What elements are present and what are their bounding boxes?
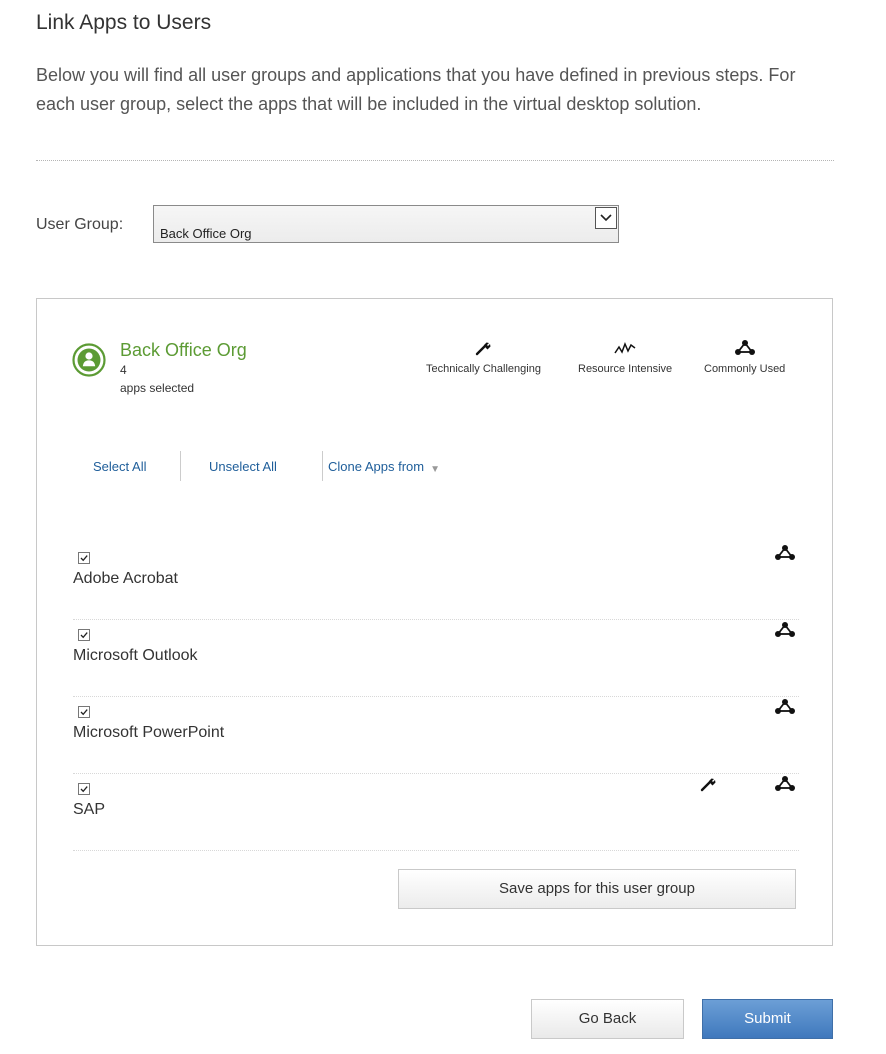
app-row-sap: SAP [73, 775, 799, 851]
app-row-microsoft-outlook: Microsoft Outlook [73, 621, 799, 697]
apps-selected-label: apps selected [120, 381, 195, 395]
unselect-all-link[interactable]: Unselect All [209, 459, 277, 474]
page-title: Link Apps to Users [36, 11, 212, 34]
app-checkbox[interactable] [78, 629, 90, 641]
save-apps-button[interactable]: Save apps for this user group [398, 869, 796, 909]
submit-button[interactable]: Submit [702, 999, 833, 1039]
app-checkbox[interactable] [78, 552, 90, 564]
legend-label: Technically Challenging [426, 363, 541, 375]
clone-apps-dropdown[interactable]: Clone Apps from ▼ [328, 459, 440, 475]
user-group-label: User Group: [36, 216, 124, 233]
network-icon [704, 339, 785, 357]
wrench-icon [699, 775, 723, 793]
legend-label: Commonly Used [704, 363, 786, 375]
network-icon [773, 544, 797, 562]
app-name: SAP [73, 801, 106, 818]
user-group-panel: Back Office Org 4 apps selected Technica… [36, 298, 833, 946]
network-icon [773, 698, 797, 716]
user-group-select-value: Back Office Org [160, 226, 252, 241]
user-group-select[interactable]: Back Office Org [153, 205, 619, 243]
link-apps-page: Link Apps to Users Below you will find a… [0, 0, 886, 1054]
intro-text: Below you will find all user groups and … [36, 65, 796, 114]
chevron-down-icon[interactable] [595, 207, 617, 229]
divider [180, 451, 181, 481]
app-checkbox[interactable] [78, 783, 90, 795]
legend-resource-intensive: Resource Intensive [578, 339, 672, 375]
legend-commonly-used: Commonly Used [704, 339, 785, 375]
app-name: Microsoft Outlook [73, 647, 198, 664]
app-checkbox[interactable] [78, 706, 90, 718]
app-name: Adobe Acrobat [73, 570, 178, 587]
legend-technically-challenging: Technically Challenging [426, 339, 541, 375]
wrench-icon [426, 339, 541, 357]
activity-icon [578, 339, 672, 357]
legend-label: Resource Intensive [578, 363, 673, 375]
clone-apps-label: Clone Apps from [328, 459, 425, 474]
caret-down-icon: ▼ [430, 464, 441, 475]
app-row-adobe-acrobat: Adobe Acrobat [73, 544, 799, 620]
divider [36, 160, 834, 161]
network-icon [773, 775, 797, 793]
go-back-button[interactable]: Go Back [531, 999, 684, 1039]
apps-selected-count: 4 [120, 363, 127, 377]
select-all-link[interactable]: Select All [93, 459, 146, 474]
group-name: Back Office Org [120, 340, 247, 360]
user-group-avatar-icon [72, 343, 106, 377]
app-name: Microsoft PowerPoint [73, 724, 225, 741]
divider [322, 451, 323, 481]
network-icon [773, 621, 797, 639]
app-row-microsoft-powerpoint: Microsoft PowerPoint [73, 698, 799, 774]
